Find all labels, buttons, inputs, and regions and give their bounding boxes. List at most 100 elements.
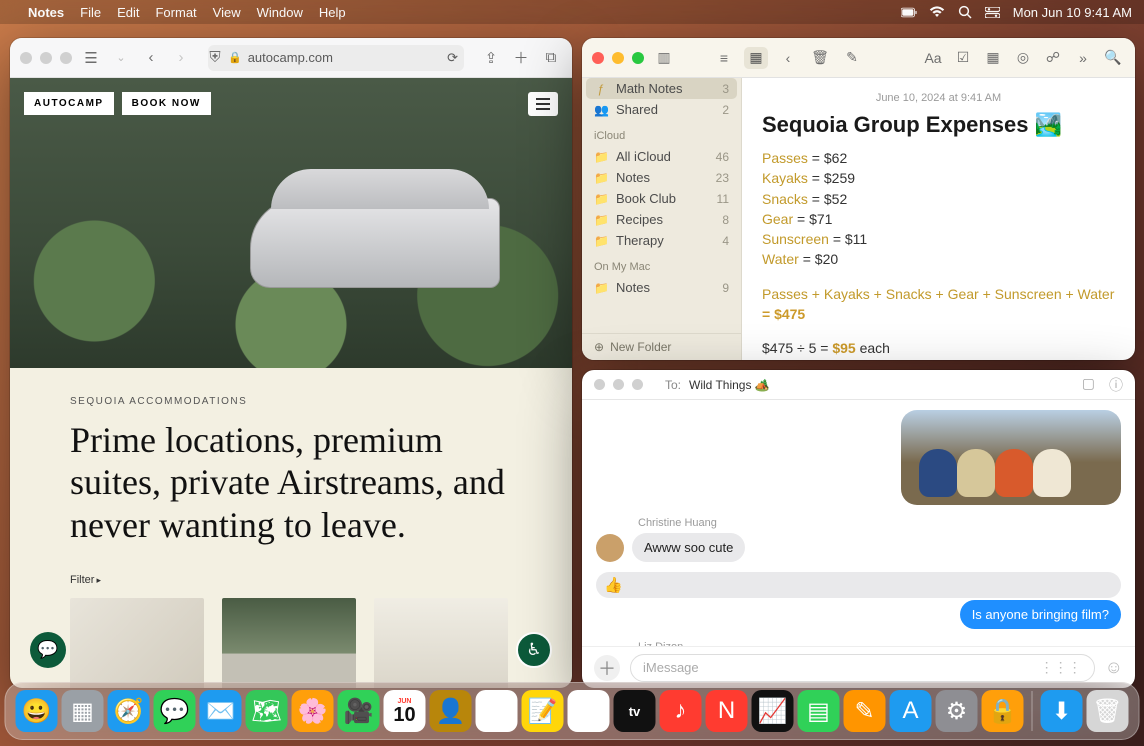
window-minimize[interactable] bbox=[612, 52, 624, 64]
add-tab-icon[interactable]: ＋ bbox=[510, 47, 532, 69]
dock-news[interactable]: N bbox=[706, 690, 748, 732]
dock-maps[interactable]: 🗺 bbox=[246, 690, 288, 732]
nav-back-icon[interactable]: ‹ bbox=[776, 47, 800, 69]
dock-messages[interactable]: 💬 bbox=[154, 690, 196, 732]
folder-icon: 📁 bbox=[594, 150, 608, 164]
view-grid-icon[interactable]: ▦ bbox=[744, 47, 768, 69]
trash-icon[interactable]: 🗑 bbox=[808, 47, 832, 69]
menu-help[interactable]: Help bbox=[319, 5, 346, 20]
menu-view[interactable]: View bbox=[213, 5, 241, 20]
dock-mail[interactable]: ✉️ bbox=[200, 690, 242, 732]
sidebar-item[interactable]: 📁Book Club11 bbox=[582, 188, 741, 209]
dock-appstore[interactable]: A bbox=[890, 690, 932, 732]
accommodation-thumb[interactable] bbox=[222, 598, 356, 688]
window-minimize[interactable] bbox=[40, 52, 52, 64]
menu-file[interactable]: File bbox=[80, 5, 101, 20]
messages-thread[interactable]: Christine Huang Awww soo cute 👍 Is anyon… bbox=[582, 400, 1135, 646]
dock-freeform[interactable]: ✎ bbox=[568, 690, 610, 732]
apps-icon[interactable]: ＋ bbox=[594, 655, 620, 681]
nav-back-icon[interactable]: ‹ bbox=[140, 47, 162, 69]
checklist-icon[interactable]: ☑ bbox=[951, 47, 975, 69]
dock-contacts[interactable]: 👤 bbox=[430, 690, 472, 732]
dock-downloads[interactable]: ⬇︎ bbox=[1041, 690, 1083, 732]
sidebar-item[interactable]: 📁Notes23 bbox=[582, 167, 741, 188]
window-zoom[interactable] bbox=[632, 379, 643, 390]
window-close[interactable] bbox=[20, 52, 32, 64]
shared-photo[interactable] bbox=[901, 410, 1121, 505]
chat-icon[interactable]: 💬 bbox=[30, 632, 66, 668]
dock-lockscreen[interactable]: 🔒 bbox=[982, 690, 1024, 732]
view-list-icon[interactable]: ≡ bbox=[712, 47, 736, 69]
menu-format[interactable]: Format bbox=[155, 5, 196, 20]
brand-badge[interactable]: AUTOCAMP bbox=[24, 92, 114, 115]
dock-finder[interactable]: 😀 bbox=[16, 690, 58, 732]
new-folder-button[interactable]: ⊕New Folder bbox=[582, 333, 741, 360]
reaction-bubble[interactable]: 👍 bbox=[596, 572, 1121, 598]
sidebar-item[interactable]: 📁Recipes8 bbox=[582, 209, 741, 230]
emoji-icon[interactable]: ☺ bbox=[1105, 657, 1123, 678]
message-bubble[interactable]: Awww soo cute bbox=[632, 533, 745, 562]
dock-launchpad[interactable]: ▦ bbox=[62, 690, 104, 732]
conversation-name[interactable]: Wild Things 🏕️ bbox=[689, 378, 770, 392]
dock-notes[interactable]: 📝 bbox=[522, 690, 564, 732]
address-bar[interactable]: ⛨ 🔒 autocamp.com ⟳ bbox=[208, 45, 464, 71]
note-editor[interactable]: June 10, 2024 at 9:41 AM Sequoia Group E… bbox=[742, 78, 1135, 360]
menubar-clock[interactable]: Mon Jun 10 9:41 AM bbox=[1013, 5, 1132, 20]
accommodation-thumb[interactable] bbox=[374, 598, 508, 688]
book-now-button[interactable]: BOOK NOW bbox=[122, 92, 211, 115]
spotlight-icon[interactable] bbox=[957, 4, 973, 20]
dock-facetime[interactable]: 🎥 bbox=[338, 690, 380, 732]
filter-button[interactable]: Filter bbox=[10, 552, 572, 594]
search-icon[interactable]: 🔍 bbox=[1101, 47, 1125, 69]
tabs-icon[interactable]: ⧉ bbox=[540, 47, 562, 69]
share-icon[interactable]: ⇪ bbox=[480, 47, 502, 69]
compose-icon[interactable]: ✎ bbox=[840, 47, 864, 69]
sidebar-item[interactable]: 📁All iCloud46 bbox=[582, 146, 741, 167]
waveform-icon[interactable]: ⋮⋮⋮ bbox=[1040, 659, 1082, 676]
info-icon[interactable]: ⓘ bbox=[1109, 375, 1123, 395]
dock-numbers[interactable]: ▤ bbox=[798, 690, 840, 732]
dock-music[interactable]: ♪ bbox=[660, 690, 702, 732]
accessibility-icon[interactable]: ♿︎ bbox=[516, 632, 552, 668]
sidebar-item[interactable]: 📁Therapy4 bbox=[582, 230, 741, 251]
window-close[interactable] bbox=[594, 379, 605, 390]
dock-tv[interactable]: tv bbox=[614, 690, 656, 732]
menu-app-name[interactable]: Notes bbox=[28, 5, 64, 20]
dock-trash[interactable]: 🗑 bbox=[1087, 690, 1129, 732]
dock-pages[interactable]: ✎ bbox=[844, 690, 886, 732]
battery-icon[interactable] bbox=[901, 4, 917, 20]
more-icon[interactable]: » bbox=[1071, 47, 1095, 69]
menu-edit[interactable]: Edit bbox=[117, 5, 139, 20]
link-icon[interactable]: ☍ bbox=[1041, 47, 1065, 69]
window-close[interactable] bbox=[592, 52, 604, 64]
sidebar-item[interactable]: 📁Notes9 bbox=[582, 277, 741, 298]
dock-calendar[interactable]: JUN10 bbox=[384, 690, 426, 732]
message-input[interactable]: iMessage ⋮⋮⋮ bbox=[630, 654, 1095, 682]
menu-window[interactable]: Window bbox=[257, 5, 303, 20]
sidebar-toggle-icon[interactable]: ☰ bbox=[80, 47, 102, 69]
sidebar-toggle-icon[interactable]: ▥ bbox=[652, 47, 676, 69]
table-icon[interactable]: ▦ bbox=[981, 47, 1005, 69]
nav-forward-icon[interactable]: › bbox=[170, 47, 192, 69]
media-icon[interactable]: ◎ bbox=[1011, 47, 1035, 69]
dock-settings[interactable]: ⚙︎ bbox=[936, 690, 978, 732]
chevron-down-icon[interactable]: ⌄ bbox=[110, 47, 132, 69]
menu-icon[interactable] bbox=[528, 92, 558, 116]
format-icon[interactable]: Aa bbox=[921, 47, 945, 69]
sidebar-item[interactable]: ƒMath Notes3 bbox=[586, 78, 737, 99]
window-zoom[interactable] bbox=[632, 52, 644, 64]
window-zoom[interactable] bbox=[60, 52, 72, 64]
dock-photos[interactable]: 🌸 bbox=[292, 690, 334, 732]
wifi-icon[interactable] bbox=[929, 4, 945, 20]
window-minimize[interactable] bbox=[613, 379, 624, 390]
dock-safari[interactable]: 🧭 bbox=[108, 690, 150, 732]
accommodation-thumb[interactable] bbox=[70, 598, 204, 688]
dock-stocks[interactable]: 📈 bbox=[752, 690, 794, 732]
reload-icon[interactable]: ⟳ bbox=[447, 50, 458, 66]
dock-reminders[interactable]: ☑︎ bbox=[476, 690, 518, 732]
control-center-icon[interactable] bbox=[985, 4, 1001, 20]
facetime-icon[interactable]: ▢ bbox=[1082, 375, 1095, 395]
message-bubble-outgoing[interactable]: Is anyone bringing film? bbox=[960, 600, 1121, 629]
avatar[interactable] bbox=[596, 534, 624, 562]
sidebar-item[interactable]: 👥Shared2 bbox=[582, 99, 741, 120]
